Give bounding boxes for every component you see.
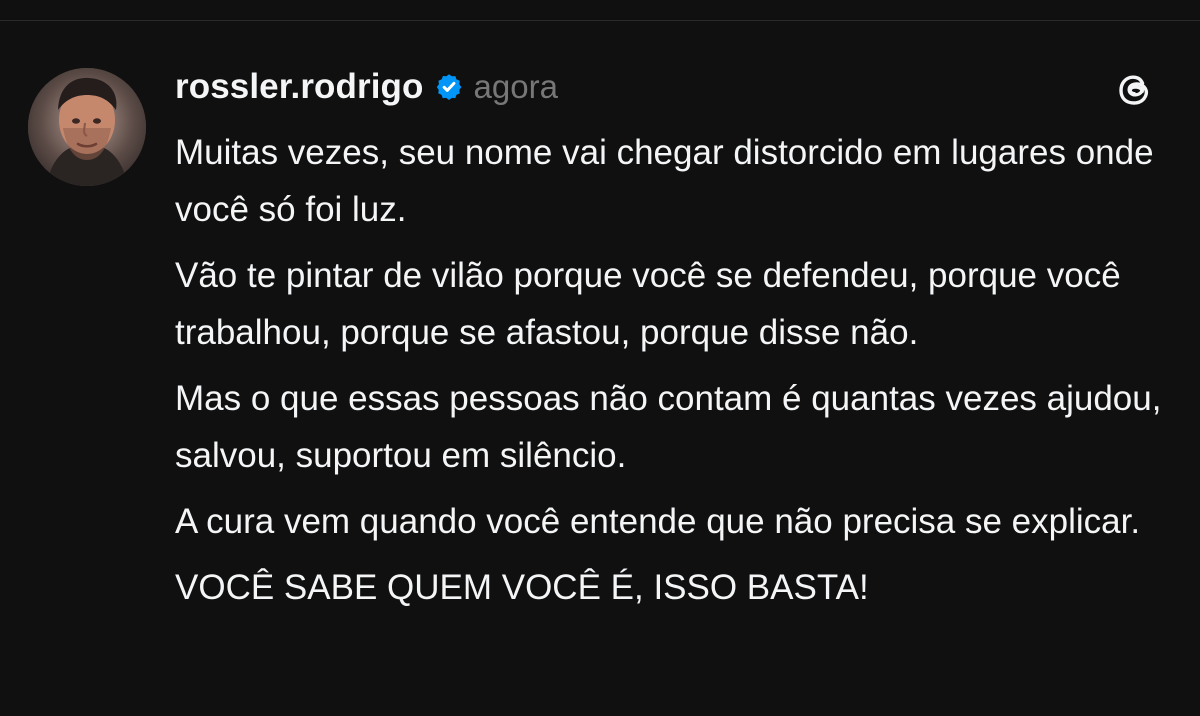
post-paragraph: VOCÊ SABE QUEM VOCÊ É, ISSO BASTA! (175, 568, 869, 607)
post-paragraph: Vão te pintar de vilão porque você se de… (175, 256, 1121, 352)
post-body: Muitas vezes, seu nome vai chegar distor… (175, 124, 1180, 616)
verified-badge-icon (434, 72, 464, 102)
post-header: rossler.rodrigo agora (175, 62, 558, 112)
username-link[interactable]: rossler.rodrigo (175, 67, 424, 107)
avatar[interactable] (28, 68, 146, 186)
post-paragraph: Mas o que essas pessoas não contam é qua… (175, 379, 1162, 475)
post-paragraph: A cura vem quando você entende que não p… (175, 502, 1141, 541)
post-timestamp: agora (473, 68, 558, 105)
top-divider (0, 20, 1200, 21)
threads-logo-icon[interactable] (1110, 66, 1158, 114)
post-paragraph: Muitas vezes, seu nome vai chegar distor… (175, 133, 1154, 229)
